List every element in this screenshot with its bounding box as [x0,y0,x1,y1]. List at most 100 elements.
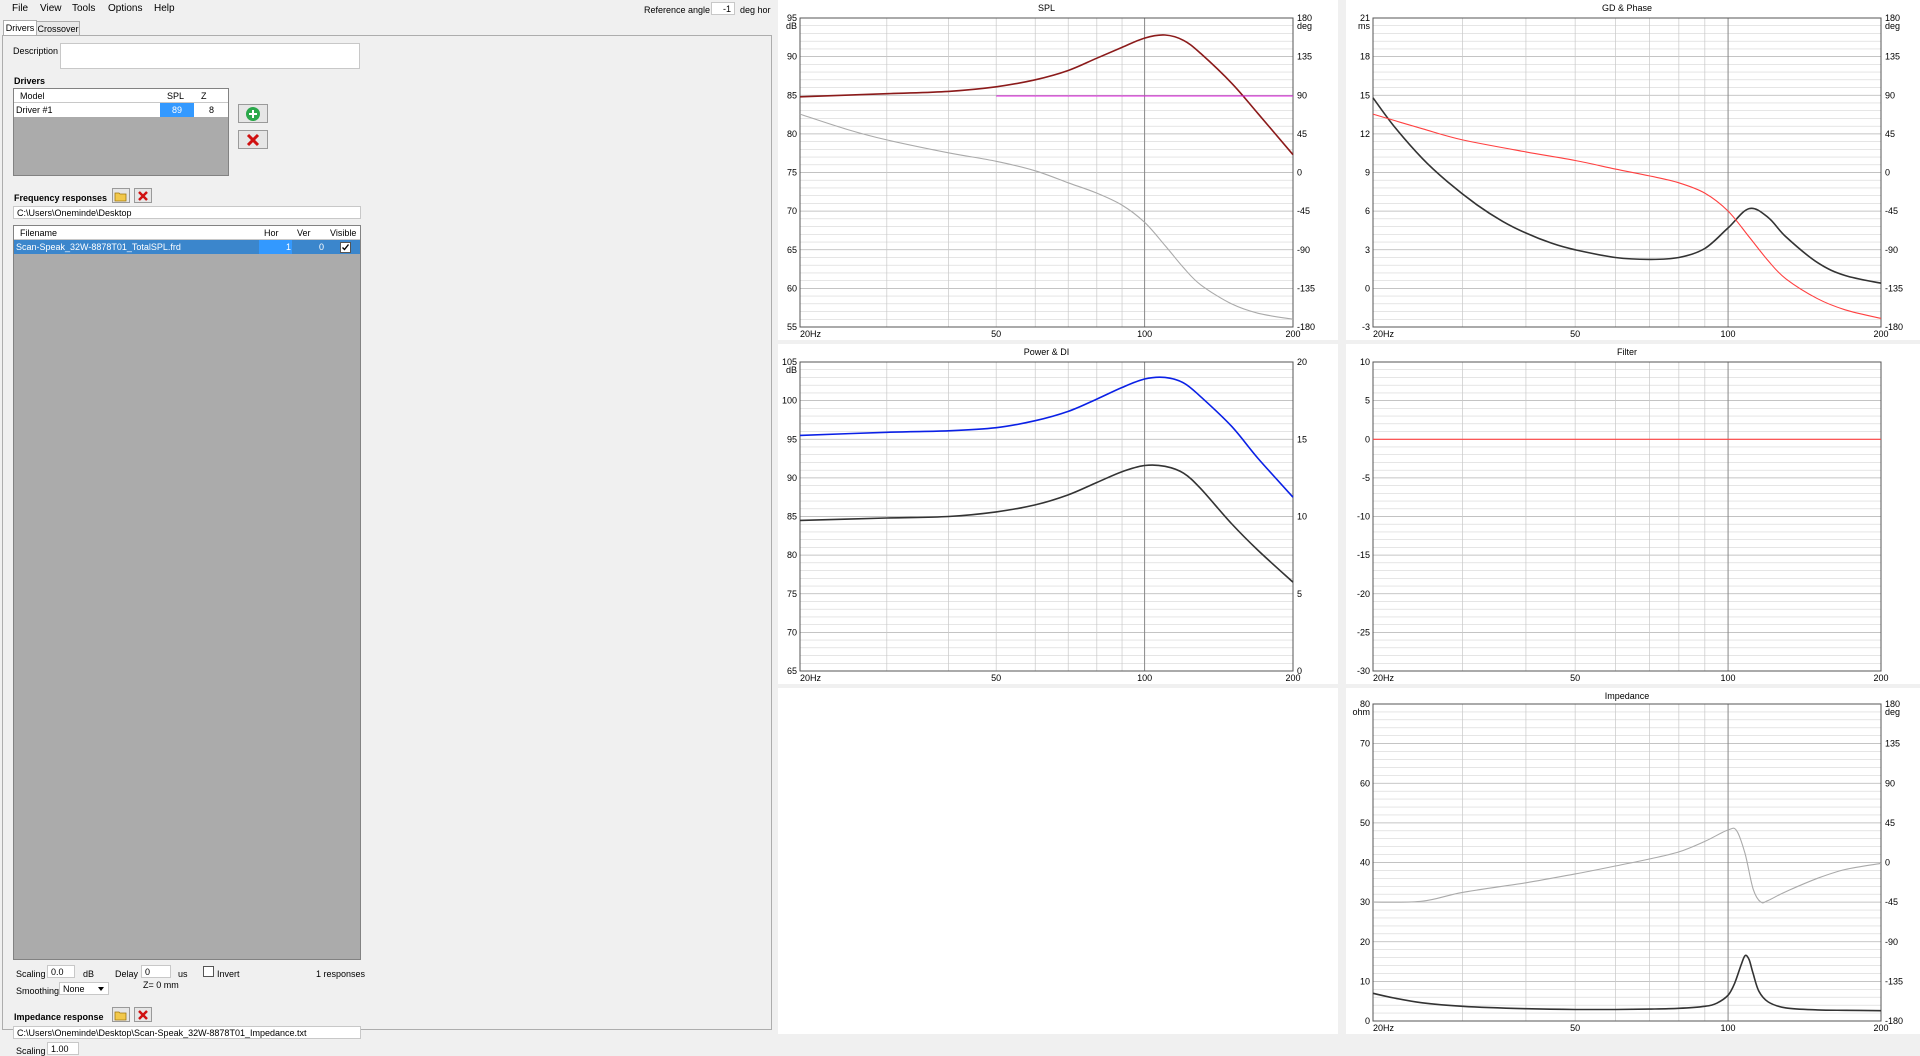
drivers-heading: Drivers [14,76,46,86]
column-header: Hor [264,228,279,238]
x-tick-label: 100 [1721,329,1736,339]
open-frequency-button[interactable] [112,188,130,203]
chart-title: Power & DI [1024,347,1070,357]
y-tick-label: 6 [1365,206,1370,216]
invert-checkbox[interactable] [203,966,214,977]
y-tick-label: 85 [787,90,797,100]
x-tick-label: 20Hz [800,329,822,339]
y2-axis-unit: deg [1885,707,1900,717]
reference-angle-input[interactable]: -1 [711,2,735,15]
y2-tick-label: -135 [1297,283,1315,293]
series-line-dark [1372,954,1882,1012]
remove-driver-button[interactable] [238,130,268,149]
response-hor-cell[interactable]: 1 [286,242,291,252]
y-tick-label: -20 [1357,589,1370,599]
drivers-table-header: Model SPL Z [14,89,228,103]
x-tick-label: 50 [991,329,1001,339]
power-di-chart: Power & DI10510095908580757065dB20151050… [782,347,1307,683]
y-tick-label: 12 [1360,129,1370,139]
description-input[interactable] [60,43,360,69]
x-tick-label: 200 [1873,1023,1888,1033]
y-tick-label: -30 [1357,666,1370,676]
y-tick-label: 15 [1360,90,1370,100]
x-tick-label: 20Hz [800,673,822,683]
y2-tick-label: 45 [1297,129,1307,139]
column-header: Z [201,91,207,101]
chevron-down-icon [98,987,104,991]
y-tick-label: -3 [1362,322,1370,332]
y-tick-label: 95 [787,434,797,444]
menu-file[interactable]: File [12,3,28,14]
scaling-unit: dB [83,969,95,979]
y-tick-label: 10 [1360,976,1370,986]
y2-tick-label: -135 [1885,976,1903,986]
x-tick-label: 200 [1873,329,1888,339]
table-row[interactable]: Scan-Speak_32W-8878T01_TotalSPL.frd 1 0 [14,240,360,254]
filter-chart-panel: Filter 10 5 0 -5 -10 -15 -20 -25 -30 20Hz 50 100 200 [1346,344,1920,684]
x-tick-label: 50 [1570,673,1580,683]
column-header: Visible [330,228,357,238]
y-tick-label: -5 [1362,473,1370,483]
y-tick-label: 65 [787,666,797,676]
frequency-folder-path[interactable]: C:\Users\Oneminde\Desktop [13,206,361,219]
add-driver-button[interactable] [238,104,268,123]
driver-z-cell[interactable]: 8 [209,105,214,115]
z-offset-label: Z= 0 mm [143,980,179,990]
y2-tick-label: 20 [1297,357,1307,367]
y2-tick-label: 45 [1885,818,1895,828]
folder-open-icon [114,1011,127,1020]
menu-help[interactable]: Help [154,3,175,14]
response-ver-cell[interactable]: 0 [319,242,324,252]
spl-chart-panel: SPL 95 90 85 80 75 70 65 60 55 dB 180 135 90 45 0 -45 -90… [778,0,1338,340]
y2-tick-label: 90 [1297,90,1307,100]
y-tick-label: 70 [1360,739,1370,749]
delay-label: Delay [115,969,139,979]
y-tick-label: 60 [1360,778,1370,788]
y-tick-label: 0 [1365,434,1370,444]
series-line-blue [799,376,1294,498]
table-row[interactable]: Driver #1 89 8 [14,103,228,117]
y2-tick-label: -135 [1885,283,1903,293]
gd-phase-chart-panel: GD & Phase 21 18 15 12 9 6 3 0 -3 ms 180 135 90 45 0 -45… [1346,0,1920,340]
y-axis-unit: ohm [1352,707,1370,717]
column-header: Ver [297,228,311,238]
clear-frequency-button[interactable] [134,188,152,203]
scaling-input[interactable]: 0.0 [47,965,75,978]
x-tick-label: 50 [1570,1023,1580,1033]
frequency-responses-table: Filename Hor Ver Visible Scan-Speak_32W-… [13,225,361,960]
delay-input[interactable]: 0 [141,965,171,978]
y2-tick-label: 135 [1297,52,1312,62]
menu-options[interactable]: Options [108,3,142,14]
tab-drivers[interactable]: Drivers [3,20,37,36]
driver-spl-cell[interactable]: 89 [160,103,194,117]
y-tick-label: 20 [1360,937,1370,947]
smoothing-select[interactable]: None [59,982,109,995]
frequency-table-header: Filename Hor Ver Visible [14,226,360,240]
open-impedance-button[interactable] [112,1007,130,1022]
y2-tick-label: -45 [1297,206,1310,216]
clear-impedance-button[interactable] [134,1007,152,1022]
chart-title: Filter [1617,347,1637,357]
spl-chart: SPL959085807570656055dB18013590450-45-90… [786,3,1315,339]
chart-title: Impedance [1605,691,1650,701]
x-tick-label: 200 [1285,329,1300,339]
x-tick-label: 20Hz [1373,329,1395,339]
chart-title: GD & Phase [1602,3,1652,13]
impedance-file-path[interactable]: C:\Users\Oneminde\Desktop\Scan-Speak_32W… [13,1026,361,1039]
y-tick-label: 70 [787,206,797,216]
tab-crossover[interactable]: Crossover [36,21,80,36]
y2-tick-label: 0 [1885,168,1890,178]
power-di-chart-panel: Power & DI 105 100 95 90 85 80 75 70 65 dB 20 15 10 5 0… [778,344,1338,684]
drivers-panel: Description Drivers Model SPL Z Driver #… [2,35,772,1056]
x-tick-label: 20Hz [1373,1023,1395,1033]
x-tick-label: 100 [1721,673,1736,683]
y-tick-label: 80 [787,550,797,560]
y2-tick-label: 135 [1885,52,1900,62]
invert-label: Invert [217,969,240,979]
y-tick-label: 30 [1360,897,1370,907]
impedance-scaling-input[interactable]: 1.00 [47,1042,79,1055]
visible-checkbox[interactable] [340,242,351,253]
menu-view[interactable]: View [40,3,62,14]
menu-tools[interactable]: Tools [72,3,95,14]
delete-icon [246,133,260,146]
